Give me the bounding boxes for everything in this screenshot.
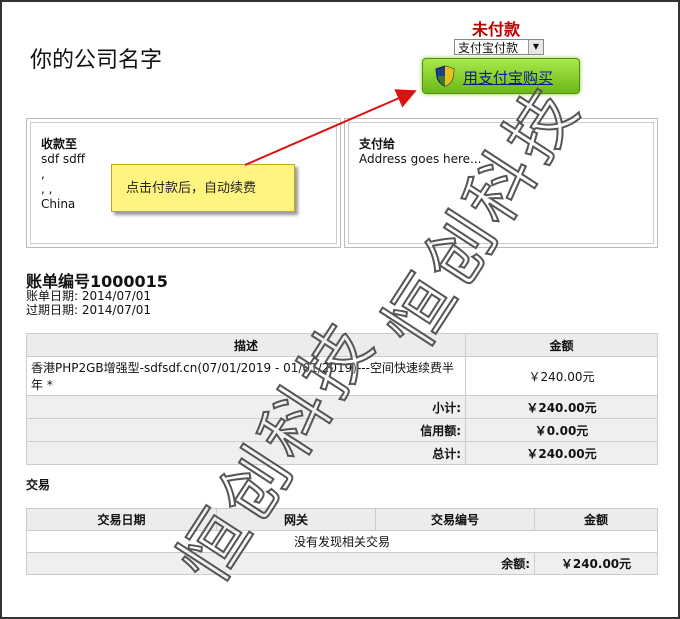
table-row: 香港PHP2GB增强型-sdfsdf.cn(07/01/2019 - 01/01… [26,356,658,396]
pay-with-alipay-button[interactable]: 用支付宝购买 [422,58,580,94]
company-name: 你的公司名字 [30,48,163,73]
credit-value: ￥0.00元 [465,418,658,442]
column-header-transaction-amount: 金额 [534,508,658,531]
pay-to-panel: 支付给 Address goes here... [344,118,658,248]
dropdown-arrow-icon[interactable]: ▼ [528,40,543,54]
pay-to-title: 支付给 [359,137,396,151]
total-label: 总计: [26,441,466,465]
transactions-title: 交易 [26,478,51,492]
payment-method-value: 支付宝付款 [458,41,519,55]
invoiced-to-title: 收款至 [41,137,78,151]
invoice-items-table: 描述 金额 香港PHP2GB增强型-sdfsdf.cn(07/01/2019 -… [26,333,658,465]
invoice-dates: 账单日期: 2014/07/01 过期日期: 2014/07/01 [26,289,151,317]
column-header-description: 描述 [26,333,466,357]
item-description: 香港PHP2GB增强型-sdfsdf.cn(07/01/2019 - 01/01… [26,356,466,396]
subtotal-label: 小计: [26,395,466,419]
status-label: 未付款 [472,20,521,39]
subtotal-value: ￥240.00元 [465,395,658,419]
transactions-table: 交易日期 网关 交易编号 金额 没有发现相关交易 余额: ￥240.00元 [26,508,658,575]
no-transactions-message: 没有发现相关交易 [26,530,658,553]
item-amount: ￥240.00元 [465,356,658,396]
invoice-date: 账单日期: 2014/07/01 [26,289,152,303]
balance-label: 余额: [26,552,535,575]
credit-label: 信用额: [26,418,466,442]
column-header-amount: 金额 [465,333,658,357]
pay-button-label: 用支付宝购买 [463,69,554,87]
total-value: ￥240.00元 [465,441,658,465]
column-header-transaction-id: 交易编号 [375,508,535,531]
due-date: 过期日期: 2014/07/01 [26,303,152,317]
callout-note: 点击付款后，自动续费 [111,164,295,212]
column-header-transaction-date: 交易日期 [26,508,217,531]
payment-method-select[interactable]: 支付宝付款 ▼ [454,39,544,55]
balance-value: ￥240.00元 [534,552,658,575]
pay-to-address: Address goes here... [359,152,482,166]
column-header-gateway: 网关 [216,508,376,531]
shield-icon [435,65,455,87]
